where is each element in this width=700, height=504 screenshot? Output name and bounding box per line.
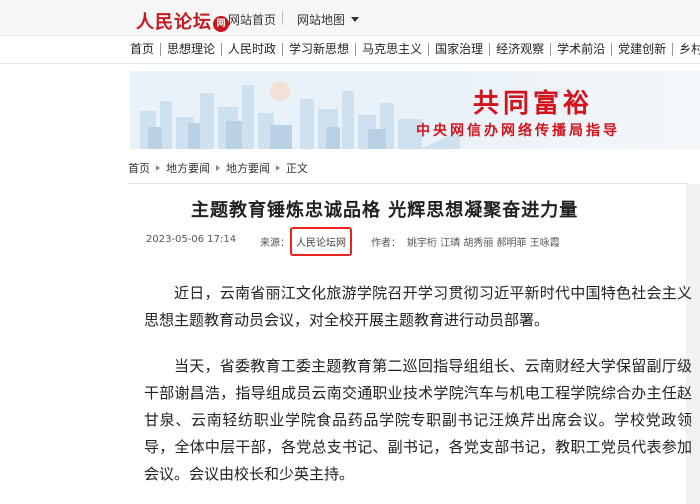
nav-item-theory[interactable]: 思想理论 (160, 43, 221, 56)
nav-item-academic[interactable]: 学术前沿 (550, 43, 611, 56)
nav-item-governance[interactable]: 国家治理 (428, 43, 489, 56)
site-map-dropdown[interactable]: 网站地图 (297, 11, 360, 28)
banner-subtitle: 中央网信办网络传播局指导 (416, 123, 620, 139)
breadcrumb-local-news-sub[interactable]: 地方要闻 (226, 162, 270, 175)
chevron-down-icon (351, 17, 360, 22)
city-skyline-illustration (130, 71, 460, 149)
breadcrumb-home[interactable]: 首页 (128, 162, 150, 175)
breadcrumb-arrow-icon (276, 165, 280, 171)
source-link[interactable]: 人民论坛网 (290, 227, 352, 256)
article-paragraph: 近日，云南省丽江文化旅游学院召开学习贯彻习近平新时代中国特色社会主义思想主题教育… (144, 284, 692, 329)
main-nav: 首页 思想理论 人民时政 学习新思想 马克思主义 国家治理 经济观察 学术前沿 … (0, 36, 700, 64)
site-map-label: 网站地图 (297, 13, 346, 27)
logo-text: 人民论坛 (136, 12, 212, 33)
site-logo[interactable]: 人民论坛网 (136, 8, 229, 34)
nav-item-marxism[interactable]: 马克思主义 (355, 43, 428, 56)
author-label: 作者： (371, 238, 401, 249)
breadcrumb-arrow-icon (156, 165, 160, 171)
publish-date: 2023-05-06 17:14 (146, 234, 237, 245)
nav-item-new-thought[interactable]: 学习新思想 (282, 43, 355, 56)
nav-list: 首页 思想理论 人民时政 学习新思想 马克思主义 国家治理 经济观察 学术前沿 … (130, 43, 700, 56)
logo-badge: 网 (213, 16, 229, 32)
nav-item-rural[interactable]: 乡村振兴 (672, 43, 700, 56)
author-names: 姚宇桁 江璘 胡秀丽 郝明菲 王咏霞 (407, 238, 560, 249)
source-label: 来源： (260, 238, 290, 249)
article-title: 主题教育锤炼忠诚品格 光辉思想凝聚奋进力量 (191, 200, 579, 221)
header-divider (282, 11, 283, 25)
banner-ad[interactable]: 共同富裕 中央网信办网络传播局指导 (130, 71, 700, 149)
breadcrumb-local-news[interactable]: 地方要闻 (166, 162, 210, 175)
home-link[interactable]: 网站首页 (228, 11, 276, 28)
nav-item-home[interactable]: 首页 (130, 43, 160, 56)
nav-item-economy[interactable]: 经济观察 (489, 43, 550, 56)
breadcrumb: 首页 地方要闻 地方要闻 正文 (128, 160, 308, 176)
nav-item-politics[interactable]: 人民时政 (221, 43, 282, 56)
top-header: 人民论坛网 网站首页 网站地图 (0, 0, 700, 36)
breadcrumb-divider (128, 183, 688, 184)
breadcrumb-current: 正文 (286, 162, 308, 175)
article-paragraph: 当天，省委教育工委主题教育第二巡回指导组组长、云南财经大学保留副厅级干部谢昌浩，… (144, 357, 692, 483)
banner-title: 共同富裕 (473, 89, 594, 119)
nav-item-party-building[interactable]: 党建创新 (611, 43, 672, 56)
breadcrumb-arrow-icon (216, 165, 220, 171)
